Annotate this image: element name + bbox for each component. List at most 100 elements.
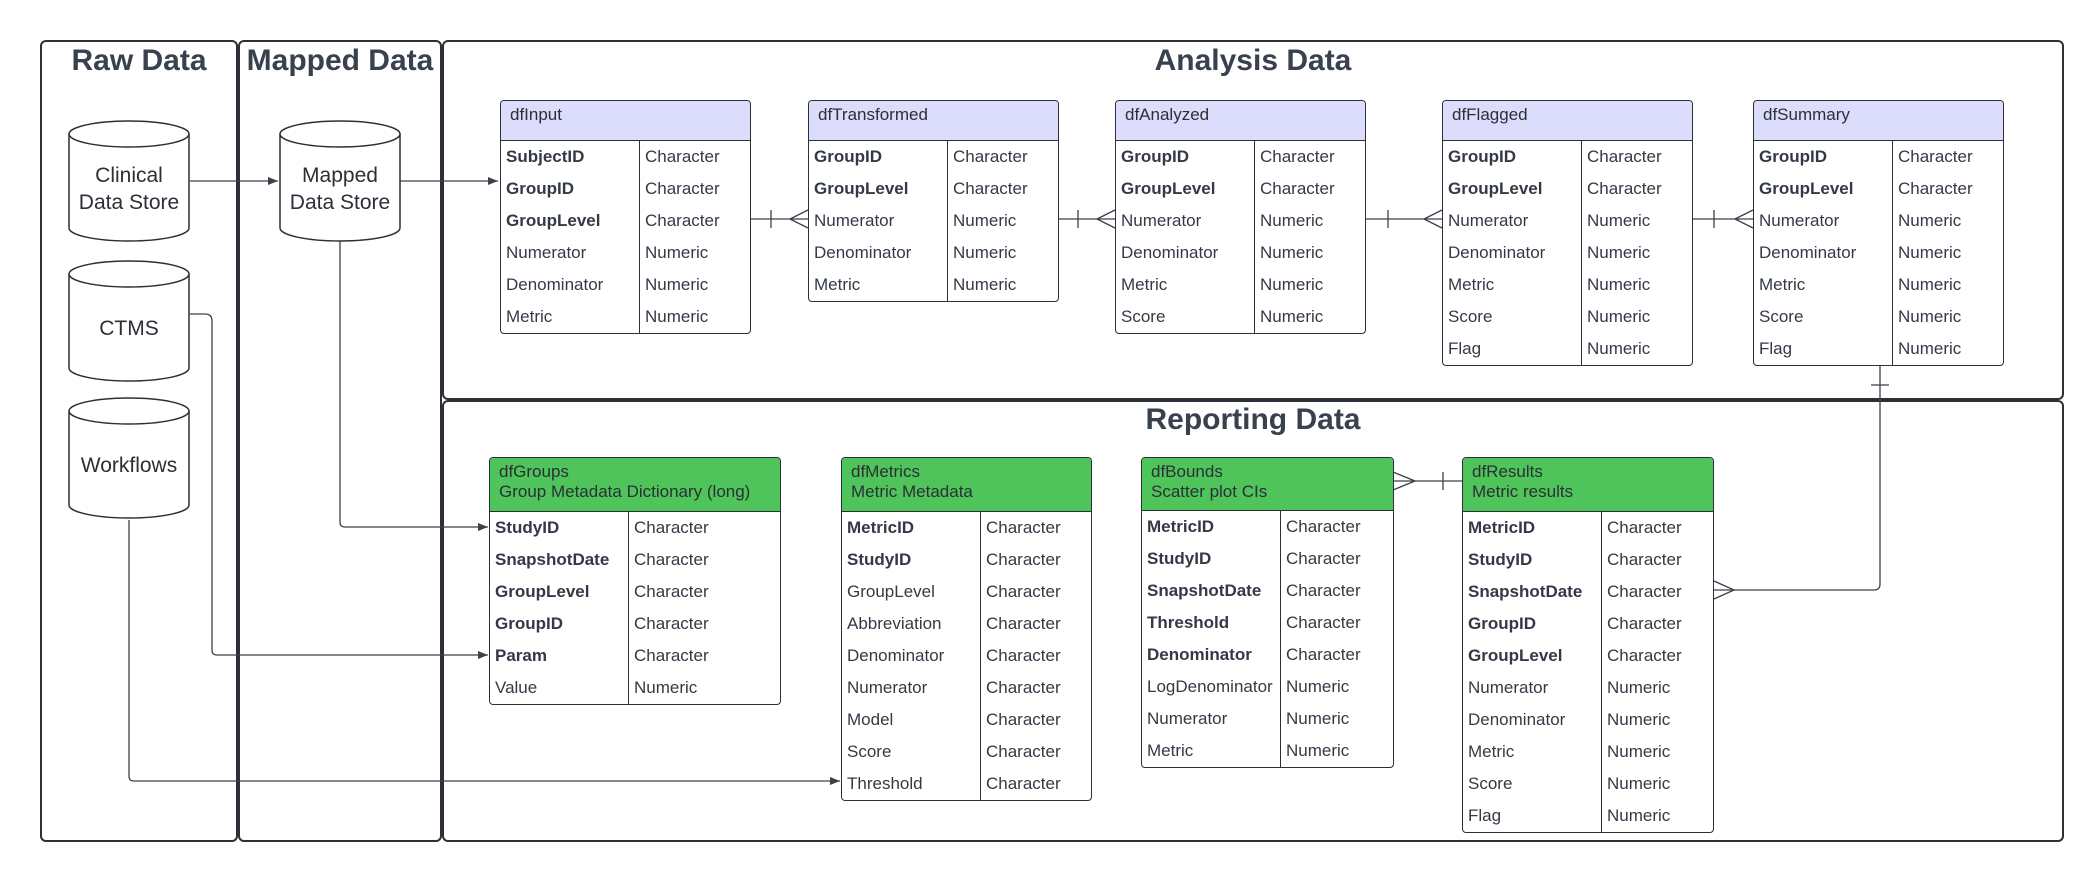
field-type: Numeric (953, 211, 1017, 230)
table-row: StudyID Character (842, 544, 1091, 576)
summary-results-relation (1713, 364, 1889, 600)
table-row: Score Numeric (1116, 301, 1365, 333)
transformed-analyzed-relation (1057, 209, 1116, 229)
table-title: dfMetrics (851, 462, 920, 481)
table-dfGroups: dfGroups Group Metadata Dictionary (long)… (489, 457, 781, 705)
table-subtitle: Metric Metadata (851, 482, 973, 501)
field-name: GroupID (1468, 614, 1536, 633)
table-row: Metric Numeric (1443, 269, 1692, 301)
table-subtitle: Metric results (1472, 482, 1574, 501)
table-title: dfResults (1472, 462, 1543, 481)
field-name: GroupLevel (1759, 179, 1854, 198)
field-type: Numeric (645, 243, 709, 262)
field-name: Numerator (506, 243, 587, 262)
table-header: dfResults Metric results (1463, 458, 1713, 512)
table-body: SubjectID Character GroupID Character GroupL… (501, 141, 750, 333)
table-dfAnalyzed: dfAnalyzed GroupID Character GroupLevel Char… (1115, 100, 1366, 334)
field-name: GroupID (1121, 147, 1189, 166)
field-type: Numeric (953, 243, 1017, 262)
table-title: dfInput (510, 105, 562, 124)
field-name: Value (495, 678, 538, 697)
mapped-data-store: Mapped Data Store (279, 120, 401, 242)
field-type: Numeric (1607, 710, 1671, 729)
field-name: GroupID (1759, 147, 1827, 166)
field-type: Numeric (1607, 806, 1671, 825)
table-row: Flag Numeric (1443, 333, 1692, 365)
table-row: Denominator Numeric (501, 269, 750, 301)
field-type: Character (986, 550, 1061, 569)
field-type: Character (1260, 147, 1335, 166)
store-label-line2: Data Store (289, 191, 391, 214)
field-name: SnapshotDate (1468, 582, 1583, 601)
table-row: Numerator Numeric (1116, 205, 1365, 237)
field-name: Denominator (1468, 710, 1566, 729)
field-type: Numeric (1898, 275, 1962, 294)
table-subtitle: Scatter plot CIs (1151, 482, 1268, 501)
field-type: Character (1607, 614, 1682, 633)
table-header: dfGroups Group Metadata Dictionary (long) (490, 458, 780, 512)
table-row: StudyID Character (1142, 543, 1393, 575)
table-row: MetricID Character (842, 512, 1091, 544)
table-row: Denominator Numeric (809, 237, 1058, 269)
field-name: Metric (1448, 275, 1495, 294)
table-dfFlagged: dfFlagged GroupID Character GroupLevel Chara… (1442, 100, 1693, 366)
field-type: Character (1607, 646, 1682, 665)
table-body: StudyID Character SnapshotDate Character Gro… (490, 512, 780, 704)
field-type: Numeric (1260, 211, 1324, 230)
field-type: Numeric (634, 678, 698, 697)
table-row: Numerator Numeric (1754, 205, 2003, 237)
field-type: Character (986, 774, 1061, 793)
table-row: Threshold Character (1142, 607, 1393, 639)
field-name: MetricID (847, 518, 915, 537)
field-type: Numeric (1286, 709, 1350, 728)
table-row: SnapshotDate Character (490, 544, 780, 576)
field-name: Denominator (1121, 243, 1219, 262)
table-dfSummary: dfSummary GroupID Character GroupLevel Chara… (1753, 100, 2004, 366)
field-name: SnapshotDate (1147, 581, 1262, 600)
field-name: StudyID (1147, 549, 1212, 568)
table-row: GroupLevel Character (842, 576, 1091, 608)
field-type: Numeric (1607, 742, 1671, 761)
table-row: Denominator Character (842, 640, 1091, 672)
field-name: SubjectID (506, 147, 585, 166)
table-header: dfInput (501, 101, 750, 141)
field-type: Character (634, 550, 709, 569)
field-type: Character (986, 614, 1061, 633)
table-title: dfGroups (499, 462, 569, 481)
table-row: Metric Numeric (1142, 735, 1393, 767)
field-name: Score (847, 742, 892, 761)
field-name: StudyID (1468, 550, 1533, 569)
table-row: Numerator Numeric (1142, 703, 1393, 735)
field-name: GroupLevel (1468, 646, 1563, 665)
table-row: LogDenominator Numeric (1142, 671, 1393, 703)
table-row: MetricID Character (1142, 511, 1393, 543)
field-type: Character (634, 614, 709, 633)
field-type: Numeric (1898, 339, 1962, 358)
table-header: dfAnalyzed (1116, 101, 1365, 141)
column-divider (639, 141, 640, 333)
field-type: Character (986, 582, 1061, 601)
table-row: Denominator Character (1142, 639, 1393, 671)
table-row: Numerator Numeric (809, 205, 1058, 237)
field-type: Numeric (1898, 243, 1962, 262)
field-name: Flag (1759, 339, 1793, 358)
field-type: Character (634, 582, 709, 601)
field-type: Numeric (1898, 211, 1962, 230)
clinical-data-store: Clinical Data Store (68, 120, 190, 242)
table-row: Model Character (842, 704, 1091, 736)
field-name: Numerator (1759, 211, 1840, 230)
table-row: Score Numeric (1754, 301, 2003, 333)
table-row: SnapshotDate Character (1142, 575, 1393, 607)
table-header: dfBounds Scatter plot CIs (1142, 458, 1393, 511)
field-name: Denominator (1147, 645, 1252, 664)
table-row: SubjectID Character (501, 141, 750, 173)
field-type: Numeric (1286, 677, 1350, 696)
field-type: Character (986, 518, 1061, 537)
column-divider (1254, 141, 1255, 333)
field-type: Numeric (1587, 275, 1651, 294)
field-type: Numeric (1286, 741, 1350, 760)
column-divider (628, 512, 629, 704)
field-name: GroupLevel (506, 211, 601, 230)
field-type: Numeric (1587, 339, 1651, 358)
field-name: Denominator (847, 646, 945, 665)
